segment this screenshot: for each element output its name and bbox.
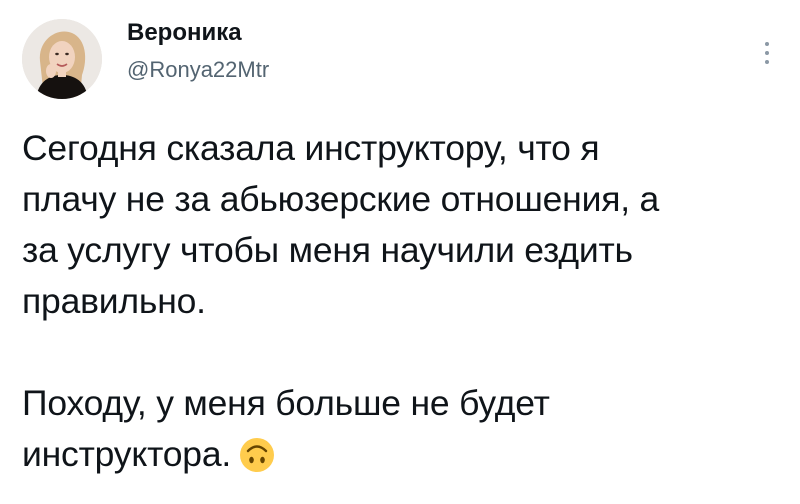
more-vertical-icon [765,42,769,46]
tweet-text: Сегодня сказала инструктору, что я плачу… [22,123,782,480]
author-name[interactable]: Вероника [127,19,242,47]
more-vertical-icon-dot [765,60,769,64]
tweet-line: Походу, у меня больше не будет [22,383,550,423]
tweet-line: Сегодня сказала инструктору, что я [22,128,600,168]
upside-down-face-emoji-icon [239,436,275,472]
more-options-button[interactable] [752,36,782,70]
tweet-card: Вероника @Ronya22Mtr Сегодня сказала инс… [0,0,800,504]
tweet-line-text: инструктора. [22,434,232,474]
tweet-line: плачу не за абьюзерские отношения, а [22,179,660,219]
tweet-line-last: инструктора. [22,429,782,480]
avatar-photo-icon [22,19,102,99]
tweet-line: за услугу чтобы меня научили ездить [22,230,633,270]
author-handle[interactable]: @Ronya22Mtr [127,57,269,83]
avatar[interactable] [22,19,102,99]
tweet-line: правильно. [22,281,206,321]
more-vertical-icon-dot [765,51,769,55]
